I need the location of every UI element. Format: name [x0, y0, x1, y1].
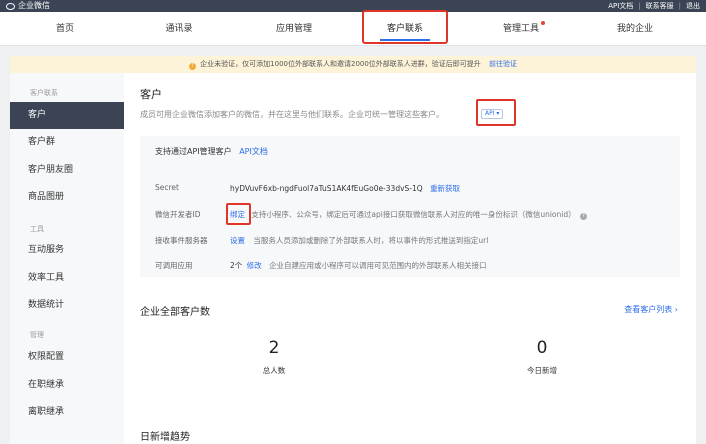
sidebar-item-moments[interactable]: 客户朋友圈: [10, 157, 124, 184]
brand: 企业微信: [6, 0, 50, 12]
logout-link[interactable]: 退出: [686, 0, 700, 12]
wecom-logo-icon: [6, 2, 15, 10]
api-support: 支持通过API管理客户 API文档: [155, 146, 268, 157]
notification-dot: [541, 21, 545, 25]
wx-dev-id-label: 微信开发者ID: [155, 210, 201, 219]
sidebar-item-permissions[interactable]: 权限配置: [10, 344, 124, 371]
event-server-desc: 当服务人员添加或删除了外部联系人时，将以事件的形式推送到指定url: [253, 236, 489, 245]
api-support-text: 支持通过API管理客户: [155, 147, 232, 156]
total-customers-label: 总人数: [262, 366, 286, 375]
nav-my-enterprise[interactable]: 我的企业: [600, 12, 670, 46]
contact-support-link[interactable]: 联系客服: [646, 0, 674, 12]
sidebar-group-label: 客户联系: [30, 89, 58, 97]
brand-name: 企业微信: [18, 1, 50, 10]
secret-row: hyDVuvF6xb-ngdFuol7aTuS1AK4fEuGo0e-33dvS…: [230, 183, 460, 194]
callable-apps-desc: 企业自建应用或小程序可以调用可见范围内的外部联系人相关接口: [269, 261, 487, 270]
daily-trend-title: 日新增趋势: [140, 432, 190, 443]
event-server-row: 设置 当服务人员添加或删除了外部联系人时，将以事件的形式推送到指定url: [230, 235, 488, 246]
event-settings-link[interactable]: 设置: [230, 236, 245, 245]
highlight-box: [226, 203, 251, 225]
sidebar-item-interaction[interactable]: 互动服务: [10, 237, 124, 264]
view-customer-list-link[interactable]: 查看客户列表 ›: [624, 304, 678, 315]
apps-count: 2个: [230, 261, 243, 270]
sidebar-item-customers[interactable]: 客户: [10, 102, 124, 129]
sidebar-item-efficiency[interactable]: 效率工具: [10, 265, 124, 292]
highlight-box: [362, 10, 448, 44]
new-today-label: 今日新增: [527, 366, 557, 375]
modify-apps-link[interactable]: 修改: [247, 261, 262, 270]
verify-link[interactable]: 前往验证: [489, 60, 517, 68]
notice-text: 企业未验证，仅可添加1000位外部联系人和邀请2000位外部联系人进群，验证后即…: [200, 60, 481, 68]
sidebar-item-resigned-transfer[interactable]: 离职继承: [10, 399, 124, 426]
event-server-label: 接收事件服务器: [155, 236, 208, 245]
sidebar-item-product-album[interactable]: 商品图册: [10, 184, 124, 211]
verification-notice: ! 企业未验证，仅可添加1000位外部联系人和邀请2000位外部联系人进群，验证…: [10, 56, 696, 73]
top-bar: 企业微信 API文档 | 联系客服 | 退出: [0, 0, 706, 12]
nav-management-tools[interactable]: 管理工具: [486, 12, 556, 46]
callable-apps-label: 可调用应用: [155, 261, 193, 270]
sidebar-group-label: 工具: [30, 225, 44, 233]
api-docs-link[interactable]: API文档: [608, 0, 633, 12]
new-today-value: 0: [536, 338, 548, 358]
warning-icon: !: [188, 63, 196, 70]
api-docs-link[interactable]: API文档: [239, 147, 268, 156]
help-icon[interactable]: ?: [580, 213, 587, 220]
nav-home[interactable]: 首页: [30, 12, 100, 46]
nav-contacts[interactable]: 通讯录: [144, 12, 214, 46]
callable-apps-row: 2个 修改 企业自建应用或小程序可以调用可见范围内的外部联系人相关接口: [230, 260, 487, 271]
wx-dev-id-row: 绑定 支持小程序、公众号，绑定后可通过api接口获取微信联系人对应的唯一身份标识…: [230, 209, 587, 220]
main-nav: 首页 通讯录 应用管理 客户联系 管理工具 我的企业: [0, 12, 706, 46]
divider: |: [678, 2, 681, 10]
api-panel: 支持通过API管理客户 API文档 Secret hyDVuvF6xb-ngdF…: [140, 136, 680, 277]
sidebar-item-customer-groups[interactable]: 客户群: [10, 129, 124, 156]
sidebar-item-statistics[interactable]: 数据统计: [10, 292, 124, 319]
wx-dev-id-desc: 支持小程序、公众号，绑定后可通过api接口获取微信联系人对应的唯一身份标识（微信…: [251, 210, 576, 219]
main-content: 客户 成员可用企业微信添加客户的微信，并在这里与他们联系。企业可统一管理这些客户…: [124, 73, 696, 444]
page-title: 客户: [140, 88, 162, 101]
secret-label: Secret: [155, 183, 179, 192]
regenerate-secret-link[interactable]: 重新获取: [430, 184, 460, 193]
nav-app-management[interactable]: 应用管理: [259, 12, 329, 46]
total-customers-value: 2: [268, 338, 280, 358]
sidebar-group-label: 管理: [30, 331, 44, 339]
page-description: 成员可用企业微信添加客户的微信，并在这里与他们联系。企业可统一管理这些客户。: [140, 110, 444, 119]
sidebar: 客户联系 客户 客户群 客户朋友圈 商品图册 工具 互动服务 效率工具 数据统计…: [10, 73, 124, 444]
sidebar-item-active-transfer[interactable]: 在职继承: [10, 372, 124, 399]
top-links: API文档 | 联系客服 | 退出: [608, 0, 700, 12]
divider: |: [638, 2, 641, 10]
secret-value: hyDVuvF6xb-ngdFuol7aTuS1AK4fEuGo0e-33dvS…: [230, 184, 423, 193]
highlight-box: [476, 99, 516, 126]
customer-count-title: 企业全部客户数: [140, 307, 210, 318]
